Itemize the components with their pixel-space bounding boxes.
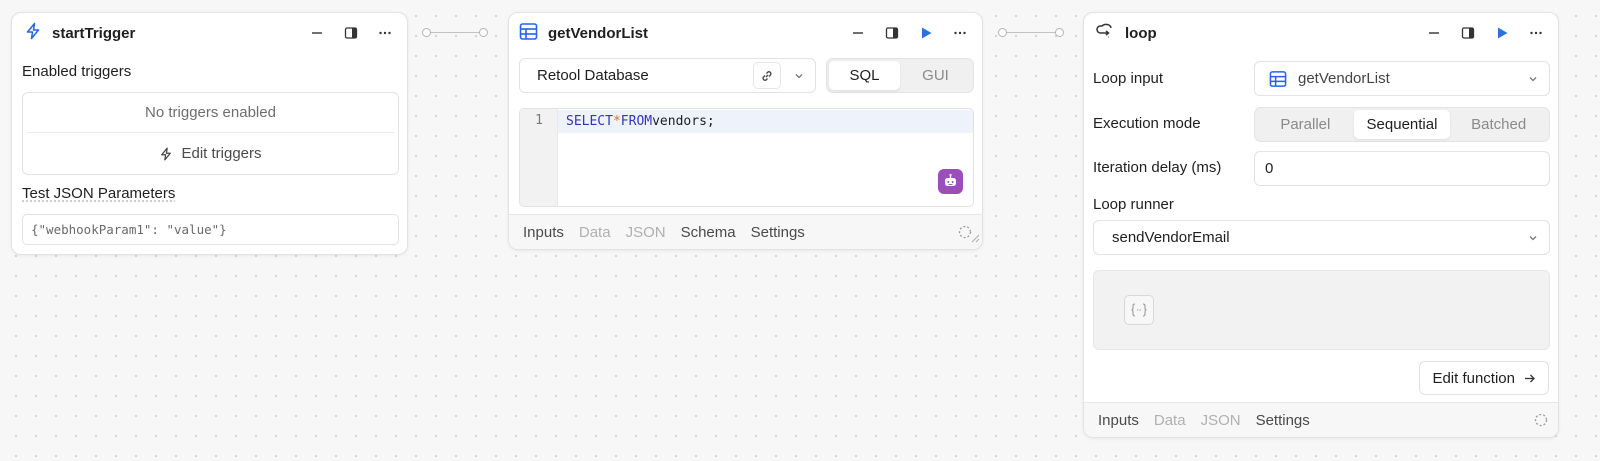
tab-json[interactable]: JSON — [1201, 412, 1241, 429]
link-icon[interactable] — [753, 62, 781, 89]
resource-select-value: Retool Database — [537, 67, 649, 84]
tab-data[interactable]: Data — [1154, 412, 1186, 429]
mode-option-gui[interactable]: GUI — [900, 61, 971, 90]
tab-inputs[interactable]: Inputs — [523, 224, 564, 241]
bolt-icon — [24, 22, 42, 44]
resize-handle-icon[interactable] — [970, 230, 980, 247]
execution-mode-sequential[interactable]: Sequential — [1353, 110, 1451, 139]
panel-toggle-button[interactable] — [880, 21, 904, 45]
arrow-right-icon — [1523, 372, 1536, 385]
edit-triggers-button[interactable]: Edit triggers — [23, 133, 398, 174]
node-header: getVendorList — [509, 13, 982, 53]
loop-input-value: getVendorList — [1298, 70, 1390, 87]
connector-line — [431, 31, 479, 34]
run-button[interactable] — [914, 21, 938, 45]
start-trigger-node[interactable]: startTrigger Enabled triggers No trigger… — [11, 12, 408, 255]
line-number: 1 — [535, 113, 543, 128]
loop-input-select[interactable]: getVendorList — [1254, 61, 1550, 96]
enabled-triggers-label: Enabled triggers — [22, 63, 132, 80]
no-triggers-text: No triggers enabled — [27, 93, 394, 133]
execution-mode-parallel[interactable]: Parallel — [1257, 110, 1354, 139]
code-token-keyword: FROM — [620, 114, 653, 129]
node-footer-tabs: Inputs Data JSON Schema Settings — [509, 214, 982, 249]
more-options-button[interactable] — [948, 21, 972, 45]
loop-runner-label: Loop runner — [1093, 196, 1174, 213]
panel-toggle-button[interactable] — [1456, 21, 1480, 45]
execution-mode-label: Execution mode — [1093, 115, 1201, 132]
tab-settings[interactable]: Settings — [1256, 412, 1310, 429]
loop-node[interactable]: loop Loop input getVendorList Execution … — [1083, 12, 1559, 438]
chevron-down-icon — [1527, 232, 1539, 244]
node-title: getVendorList — [548, 24, 649, 42]
node-header: loop — [1084, 13, 1558, 53]
node-title: startTrigger — [52, 24, 136, 42]
connector-dot[interactable] — [998, 28, 1007, 37]
panel-toggle-button[interactable] — [339, 21, 363, 45]
run-button[interactable] — [1490, 21, 1514, 45]
tab-schema[interactable]: Schema — [681, 224, 736, 241]
minimize-button[interactable] — [305, 21, 329, 45]
code-token-keyword: SELECT — [566, 114, 613, 129]
node-header: startTrigger — [12, 13, 407, 53]
loop-runner-select[interactable]: sendVendorEmail — [1093, 220, 1550, 255]
edit-function-button[interactable]: Edit function — [1419, 361, 1549, 395]
code-token-operator: * — [612, 114, 621, 129]
minimize-button[interactable] — [846, 21, 870, 45]
code-line[interactable]: SELECT * FROM vendors; — [558, 110, 973, 133]
connector-start-to-get — [422, 28, 488, 37]
iteration-delay-input[interactable]: 0 — [1254, 151, 1550, 186]
loop-icon — [1096, 22, 1115, 45]
table-icon — [1269, 70, 1287, 88]
bolt-icon — [159, 147, 173, 161]
connector-get-to-loop — [998, 28, 1064, 37]
minimize-button[interactable] — [1422, 21, 1446, 45]
triggers-box: No triggers enabled Edit triggers — [22, 92, 399, 175]
execution-mode-batched[interactable]: Batched — [1450, 110, 1547, 139]
code-editor[interactable]: 1 SELECT * FROM vendors; — [519, 108, 974, 207]
iteration-delay-label: Iteration delay (ms) — [1093, 159, 1222, 176]
tab-settings[interactable]: Settings — [751, 224, 805, 241]
status-spinner-icon — [1534, 413, 1548, 431]
tab-json[interactable]: JSON — [626, 224, 666, 241]
loop-runner-value: sendVendorEmail — [1112, 229, 1230, 246]
execution-mode-toggle: Parallel Sequential Batched — [1254, 107, 1550, 142]
code-token-identifier: vendors; — [652, 114, 715, 129]
more-options-button[interactable] — [1524, 21, 1548, 45]
edit-triggers-label: Edit triggers — [181, 145, 262, 162]
more-options-button[interactable] — [373, 21, 397, 45]
test-json-input[interactable]: {"webhookParam1": "value"} — [22, 214, 399, 245]
connector-line — [1007, 31, 1055, 34]
chevron-down-icon[interactable] — [787, 70, 811, 82]
loop-input-label: Loop input — [1093, 70, 1164, 87]
table-icon — [519, 22, 538, 45]
test-json-label: Test JSON Parameters — [22, 185, 176, 202]
edit-function-label: Edit function — [1432, 369, 1515, 387]
function-preview — [1093, 270, 1550, 350]
resource-select[interactable]: Retool Database — [519, 58, 816, 93]
chevron-down-icon — [1527, 73, 1539, 85]
function-code-icon — [1124, 295, 1154, 325]
node-footer-tabs: Inputs Data JSON Settings — [1084, 402, 1558, 437]
connector-dot[interactable] — [479, 28, 488, 37]
node-title: loop — [1125, 24, 1157, 42]
tab-inputs[interactable]: Inputs — [1098, 412, 1139, 429]
mode-option-sql[interactable]: SQL — [829, 61, 900, 90]
iteration-delay-value: 0 — [1265, 160, 1274, 177]
ai-assist-icon[interactable] — [938, 169, 963, 194]
connector-dot[interactable] — [422, 28, 431, 37]
get-vendor-list-node[interactable]: getVendorList Retool Database SQL GUI 1 … — [508, 12, 983, 250]
tab-data[interactable]: Data — [579, 224, 611, 241]
query-mode-toggle: SQL GUI — [826, 58, 974, 93]
connector-dot[interactable] — [1055, 28, 1064, 37]
